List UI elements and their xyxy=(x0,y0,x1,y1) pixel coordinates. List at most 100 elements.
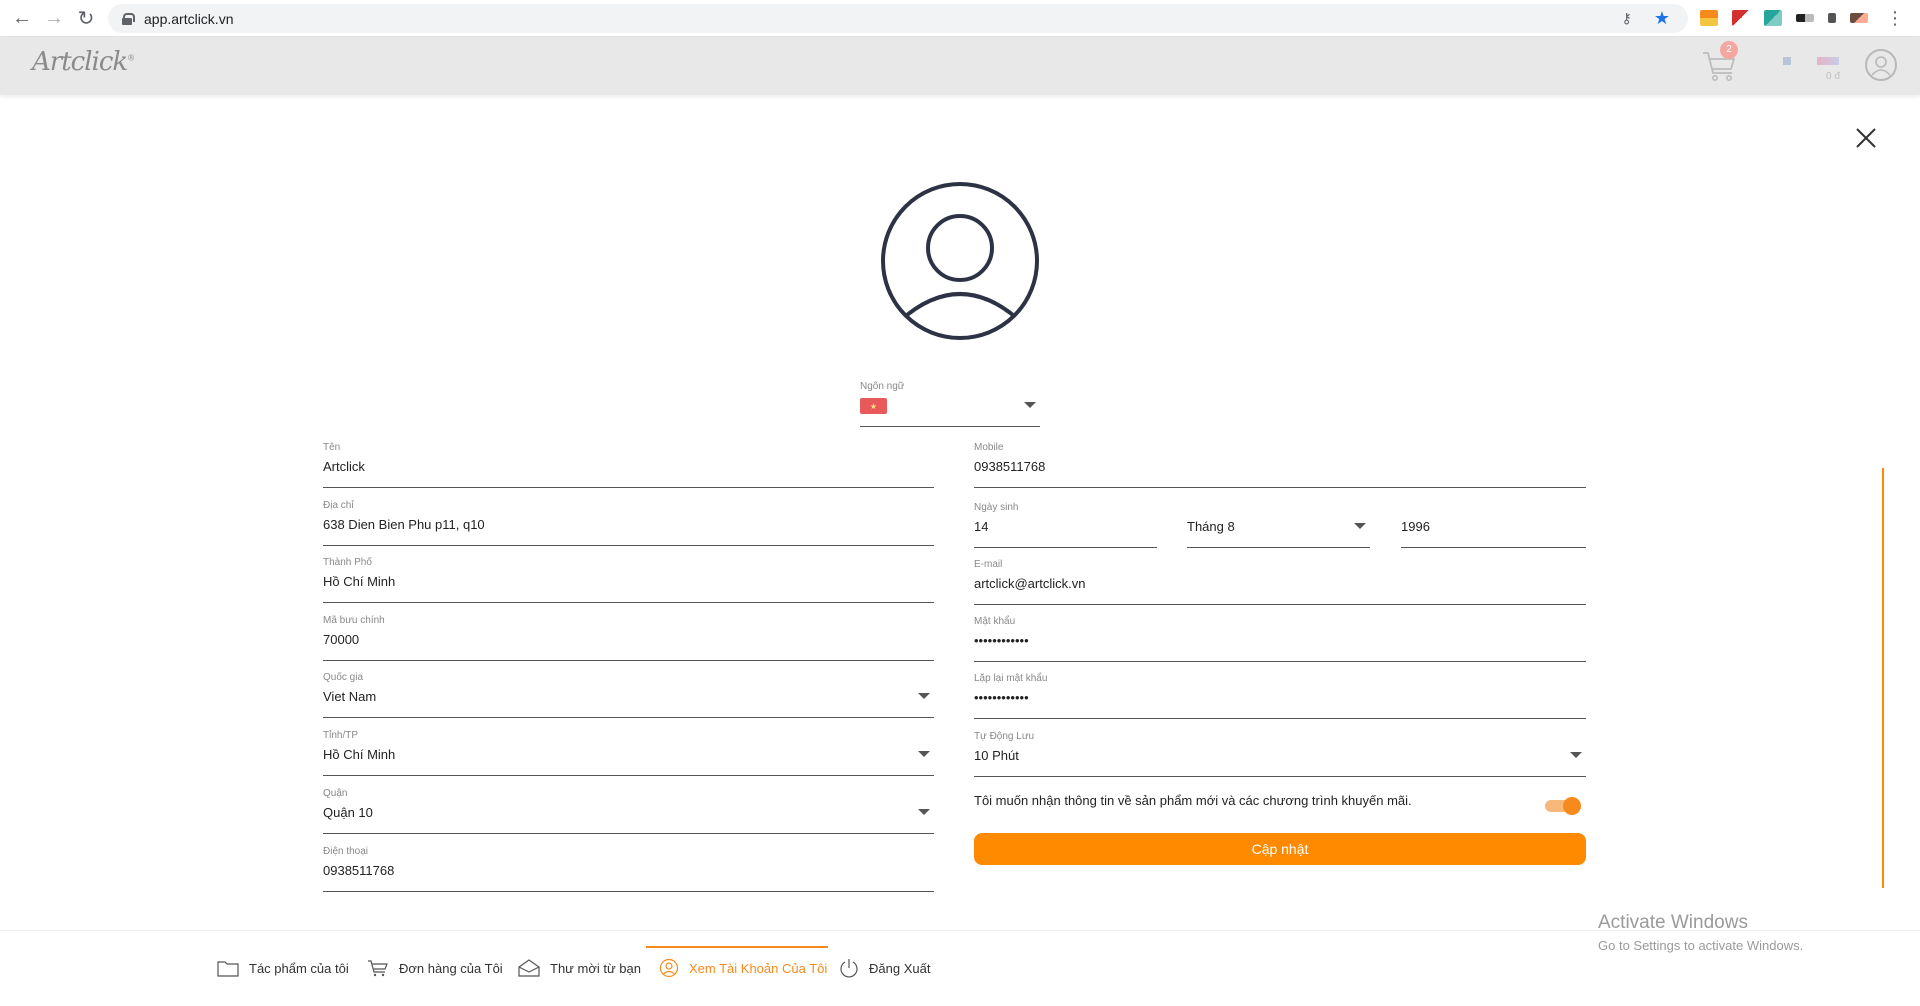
nav-label: Đăng Xuất xyxy=(869,960,931,976)
password-label: Mật khẩu xyxy=(974,616,1016,627)
mobile-field[interactable]: Mobile 0938511768 xyxy=(974,442,1586,488)
profile-avatar-icon[interactable] xyxy=(879,180,1041,342)
reload-button[interactable]: ↻ xyxy=(70,2,102,34)
mobile-value[interactable]: 0938511768 xyxy=(974,459,1045,474)
name-field[interactable]: Tên Artclick xyxy=(323,442,934,488)
extensions-bar xyxy=(1700,10,1868,26)
autosave-select[interactable]: Tự Động Lưu 10 Phút xyxy=(974,731,1586,777)
cart-count-badge: 2 xyxy=(1720,41,1738,59)
nav-my-orders[interactable]: Đơn hàng của Tôi xyxy=(367,953,503,983)
watermark-subtitle: Go to Settings to activate Windows. xyxy=(1598,938,1804,953)
newsletter-toggle[interactable] xyxy=(1545,797,1581,815)
power-icon xyxy=(840,959,858,978)
language-select[interactable]: Ngôn ngữ ★ xyxy=(860,381,1040,427)
blurred-flag-icon xyxy=(1783,57,1791,65)
user-circle-icon xyxy=(659,958,679,978)
forward-button[interactable]: → xyxy=(38,2,70,34)
postal-code-field[interactable]: Mã bưu chính 70000 xyxy=(323,615,934,661)
key-icon[interactable]: ⚷ xyxy=(1622,10,1632,27)
cart-icon xyxy=(368,960,388,977)
toggle-knob xyxy=(1563,797,1581,815)
nav-label: Thư mời từ bạn xyxy=(550,960,641,976)
birth-year-field[interactable]: 1996 xyxy=(1401,502,1586,548)
extension-icon[interactable] xyxy=(1764,10,1782,26)
phone-value[interactable]: 0938511768 xyxy=(323,863,394,878)
windows-activation-watermark: Activate Windows Go to Settings to activ… xyxy=(1598,912,1803,953)
postal-code-value[interactable]: 70000 xyxy=(323,632,359,647)
logo-text: Artclick xyxy=(32,47,128,77)
password-repeat-field[interactable]: Lặp lại mật khẩu •••••••••••• xyxy=(974,673,1586,719)
birthday-label: Ngày sinh xyxy=(974,502,1019,513)
close-icon[interactable] xyxy=(1854,126,1878,150)
nav-label: Đơn hàng của Tôi xyxy=(399,960,503,976)
lock-icon xyxy=(122,12,135,25)
url-text: app.artclick.vn xyxy=(144,10,234,27)
district-select[interactable]: Quận Quận 10 xyxy=(323,788,934,834)
mail-open-icon xyxy=(518,959,540,977)
chevron-down-icon xyxy=(918,751,930,757)
cart-total: 0 đ xyxy=(1826,71,1840,82)
birth-year-value[interactable]: 1996 xyxy=(1401,519,1430,534)
blurred-balance-icon xyxy=(1817,57,1839,65)
chevron-down-icon xyxy=(1570,752,1582,758)
birth-month-value: Tháng 8 xyxy=(1187,519,1235,534)
address-value[interactable]: 638 Dien Bien Phu p11, q10 xyxy=(323,517,485,532)
autosave-value: 10 Phút xyxy=(974,748,1019,763)
address-field[interactable]: Địa chỉ 638 Dien Bien Phu p11, q10 xyxy=(323,500,934,546)
name-label: Tên xyxy=(323,442,341,453)
nav-my-account[interactable]: Xem Tài Khoản Của Tôi xyxy=(659,953,827,983)
extension-icon[interactable] xyxy=(1796,14,1814,22)
active-tab-indicator xyxy=(646,946,828,948)
password-repeat-label: Lặp lại mật khẩu xyxy=(974,673,1048,684)
logo-mark: ® xyxy=(127,53,135,63)
vietnam-flag-icon: ★ xyxy=(860,398,887,414)
language-label: Ngôn ngữ xyxy=(860,381,905,392)
country-select[interactable]: Quốc gia Viet Nam xyxy=(323,672,934,718)
name-value[interactable]: Artclick xyxy=(323,459,365,474)
city-field[interactable]: Thành Phố Hồ Chí Minh xyxy=(323,557,934,603)
newsletter-text: Tôi muốn nhận thông tin về sản phẩm mới … xyxy=(974,793,1412,808)
user-avatar-icon[interactable] xyxy=(1865,49,1897,81)
nav-invitations[interactable]: Thư mời từ bạn xyxy=(518,953,641,983)
star-icon[interactable]: ★ xyxy=(1654,8,1670,29)
birth-month-select[interactable]: Tháng 8 xyxy=(1187,502,1370,548)
password-field[interactable]: Mật khẩu •••••••••••• xyxy=(974,616,1586,662)
birth-day-value[interactable]: 14 xyxy=(974,519,988,534)
scrollbar[interactable] xyxy=(1882,468,1884,888)
address-label: Địa chỉ xyxy=(323,500,354,511)
mobile-label: Mobile xyxy=(974,442,1004,453)
chevron-down-icon xyxy=(1354,523,1366,529)
nav-logout[interactable]: Đăng Xuất xyxy=(839,953,930,983)
birth-day-field[interactable]: Ngày sinh 14 xyxy=(974,502,1157,548)
update-button[interactable]: Cập nhật xyxy=(974,833,1586,865)
watermark-title: Activate Windows xyxy=(1598,912,1748,933)
chevron-down-icon xyxy=(1024,402,1036,408)
email-value[interactable]: artclick@artclick.vn xyxy=(974,576,1085,591)
phone-field[interactable]: Điện thoại 0938511768 xyxy=(323,846,934,892)
nav-label: Tác phẩm của tôi xyxy=(249,960,349,976)
chevron-down-icon xyxy=(918,809,930,815)
password-value[interactable]: •••••••••••• xyxy=(974,633,1029,648)
address-bar[interactable]: app.artclick.vn ⚷ ★ xyxy=(108,4,1688,33)
province-value: Hồ Chí Minh xyxy=(323,747,396,762)
province-select[interactable]: Tỉnh/TP Hồ Chí Minh xyxy=(323,730,934,776)
province-label: Tỉnh/TP xyxy=(323,730,359,741)
email-field[interactable]: E-mail artclick@artclick.vn xyxy=(974,559,1586,605)
nav-label: Xem Tài Khoản Của Tôi xyxy=(689,960,828,976)
phone-label: Điện thoại xyxy=(323,846,369,857)
postal-code-label: Mã bưu chính xyxy=(323,615,385,626)
extension-icon[interactable] xyxy=(1732,10,1750,26)
extension-icon[interactable] xyxy=(1850,13,1868,23)
password-repeat-value[interactable]: •••••••••••• xyxy=(974,690,1029,705)
folder-icon xyxy=(217,961,239,977)
nav-my-artworks[interactable]: Tác phẩm của tôi xyxy=(217,953,349,983)
city-value[interactable]: Hồ Chí Minh xyxy=(323,574,395,589)
artclick-logo[interactable]: Artclick® xyxy=(32,47,135,77)
district-value: Quận 10 xyxy=(323,805,373,820)
back-button[interactable]: ← xyxy=(6,2,38,34)
email-label: E-mail xyxy=(974,559,1003,570)
browser-menu-icon[interactable]: ⋮ xyxy=(1886,8,1904,28)
extension-icon[interactable] xyxy=(1700,10,1718,26)
extension-icon[interactable] xyxy=(1828,13,1836,23)
country-label: Quốc gia xyxy=(323,672,364,683)
